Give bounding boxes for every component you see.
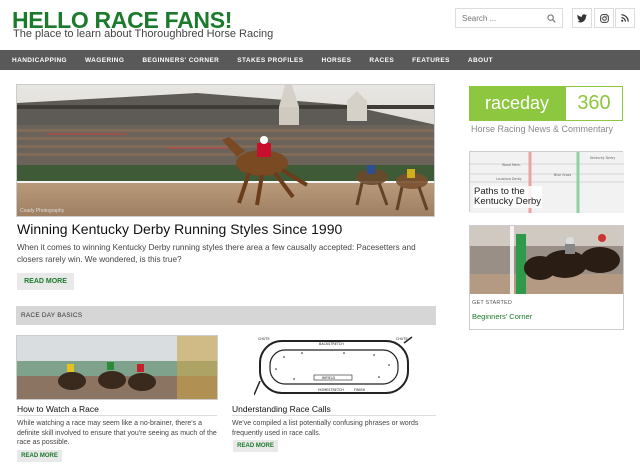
raceday360-logo[interactable]: raceday 360 [469,86,623,121]
raceday-logo-number: 360 [565,86,623,121]
nav-races[interactable]: RACES [369,57,394,64]
nav-handicapping[interactable]: HANDICAPPING [12,57,67,64]
paths-to-derby-widget[interactable]: Kentucky Derby Wood Mem. Blue Grass Loui… [469,151,624,213]
hero-post-title[interactable]: Winning Kentucky Derby Running Styles Si… [17,221,342,237]
card-excerpt-race-calls: We've compiled a list potentially confus… [232,420,419,437]
rss-icon[interactable] [615,8,635,28]
search-icon[interactable] [547,14,556,23]
paths-map-label: Blue Grass [554,173,571,177]
track-label-homestretch: HOMESTRETCH [318,388,344,392]
raceday-logo-text: raceday [469,86,565,121]
card-image-watch-race[interactable] [16,335,218,400]
track-label-chute-right: CHUTE [396,337,408,341]
paths-map-label: Kentucky Derby [590,156,615,160]
track-label-backstretch: BACKSTRETCH [319,342,344,346]
card-read-more-button[interactable]: READ MORE [17,450,62,462]
paths-title-line-2: Kentucky Derby [474,196,542,207]
nav-about[interactable]: ABOUT [468,57,493,64]
track-label-chute-left: CHUTE [258,337,270,341]
card-divider [232,415,436,416]
site-tagline: The place to learn about Thoroughbred Ho… [13,28,274,40]
hero-post-excerpt: When it comes to winning Kentucky Derby … [17,243,416,264]
paths-map-label: Louisiana Derby [496,177,522,181]
search-input[interactable] [462,14,542,23]
card-title-watch-race[interactable]: How to Watch a Race [17,404,99,414]
track-label-finish: FINISH [354,388,366,392]
paths-map-label: Wood Mem. [502,163,521,167]
raceday360-subtitle: Horse Racing News & Commentary [471,124,614,134]
card-excerpt-watch-race: While watching a race may seem like a no… [17,420,217,446]
get-started-label: GET STARTED [472,300,513,306]
twitter-icon[interactable] [572,8,592,28]
search-box[interactable] [455,8,563,28]
card-image-race-calls[interactable]: BACKSTRETCH HOMESTRETCH FINISH CHUTE CHU… [254,335,414,399]
paths-widget-title: Paths to the Kentucky Derby [473,186,543,208]
hero-read-more-button[interactable]: READ MORE [17,273,74,290]
beginners-corner-link[interactable]: Beginners' Corner [472,312,532,321]
nav-horses[interactable]: HORSES [321,57,351,64]
section-heading: RACE DAY BASICS [16,306,436,325]
card-read-more-button[interactable]: READ MORE [233,440,278,452]
card-divider [17,415,217,416]
nav-wagering[interactable]: WAGERING [85,57,124,64]
track-label-infield: INFIELD [322,376,336,380]
hero-image[interactable]: Coady Photography [16,84,435,217]
nav-stakes-profiles[interactable]: STAKES PROFILES [237,57,303,64]
instagram-icon[interactable] [594,8,614,28]
hero-photo-credit: Coady Photography [20,208,65,214]
nav-beginners-corner[interactable]: BEGINNERS' CORNER [142,57,219,64]
card-title-race-calls[interactable]: Understanding Race Calls [232,404,331,414]
main-nav: HANDICAPPING WAGERING BEGINNERS' CORNER … [0,50,640,70]
nav-features[interactable]: FEATURES [412,57,450,64]
